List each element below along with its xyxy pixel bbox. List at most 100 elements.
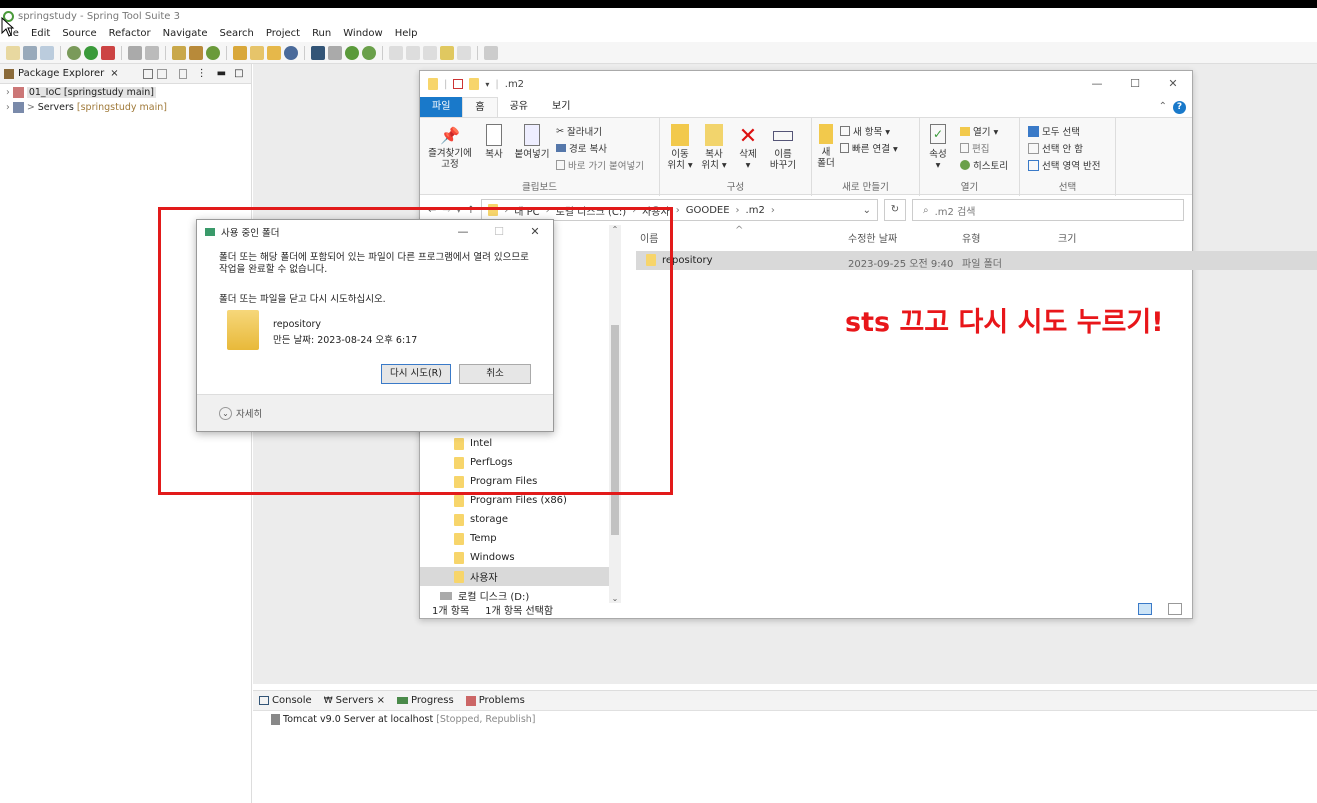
invert-selection-button[interactable]: 선택 영역 반전 (1028, 158, 1100, 172)
nav-item-windows[interactable]: Windows (420, 548, 620, 567)
tree-item-servers[interactable]: › > Servers [springstudy main] (0, 100, 251, 115)
task-icon[interactable] (328, 45, 342, 60)
view-menu-icon[interactable]: ⋮ (197, 68, 207, 79)
move-to-icon (671, 124, 689, 146)
server-row[interactable]: Tomcat v9.0 Server at localhost [Stopped… (253, 712, 1317, 727)
properties-button[interactable]: ✓ 속성 ▾ (924, 124, 952, 171)
menu-refactor[interactable]: Refactor (109, 25, 151, 42)
back-icon[interactable] (440, 45, 454, 60)
copy-path-button[interactable]: 경로 복사 (556, 141, 607, 155)
address-dropdown-icon[interactable]: ⌄ (863, 205, 877, 216)
new-icon[interactable] (6, 45, 20, 60)
nav-item-storage[interactable]: storage (420, 510, 620, 529)
nav-item-temp[interactable]: Temp (420, 529, 620, 548)
terminal-icon[interactable] (311, 45, 325, 60)
minimize-button[interactable]: — (1078, 71, 1116, 97)
save-all-icon[interactable] (40, 45, 54, 60)
last-edit-icon[interactable] (423, 45, 437, 60)
large-icons-view-icon[interactable] (1168, 603, 1182, 615)
quick-access-dropdown-icon[interactable]: ▾ (485, 80, 489, 89)
paste-shortcut-button[interactable]: 바로 가기 붙여넣기 (556, 158, 644, 172)
new-item-button[interactable]: 새 항목 ▾ (840, 124, 890, 138)
collapse-ribbon-icon[interactable]: ⌃ (1155, 97, 1171, 117)
tab-servers[interactable]: ₩ Servers × (324, 695, 385, 706)
expand-arrow-icon[interactable]: › (6, 102, 10, 113)
collapse-all-icon[interactable] (142, 68, 153, 79)
close-icon[interactable]: × (377, 695, 385, 706)
file-row[interactable]: repository 2023-09-25 오전 9:40 파일 폴더 (636, 251, 1317, 270)
menu-help[interactable]: Help (395, 25, 418, 42)
tab-console[interactable]: Console (259, 695, 312, 706)
tree-item-project[interactable]: › 01_IoC [springstudy main] (0, 85, 251, 100)
tab-view[interactable]: 보기 (540, 97, 582, 117)
expand-arrow-icon[interactable]: › (6, 87, 10, 98)
minimize-icon[interactable]: ▬ (217, 68, 226, 79)
edit-button[interactable]: 편집 (960, 141, 989, 155)
tab-share[interactable]: 공유 (498, 97, 540, 117)
rename-button[interactable]: 이름 바꾸기 (766, 124, 800, 171)
cut-button[interactable]: ✂ 잘라내기 (556, 124, 602, 139)
debug-icon[interactable] (67, 45, 81, 60)
new-java-project-icon[interactable] (172, 45, 186, 60)
open-type-icon[interactable] (233, 45, 247, 60)
crumb-goodee[interactable]: GOODEE (686, 205, 730, 216)
select-all-button[interactable]: 모두 선택 (1028, 124, 1080, 138)
tab-home[interactable]: 홈 (462, 97, 498, 117)
close-button[interactable]: ✕ (1154, 71, 1192, 97)
search-icon[interactable] (267, 45, 281, 60)
pin-editor-icon[interactable] (484, 45, 498, 60)
filter-icon[interactable] (178, 68, 187, 79)
menu-project[interactable]: Project (266, 25, 300, 42)
menu-source[interactable]: Source (62, 25, 96, 42)
copy-to-button[interactable]: 복사 위치 ▾ (698, 124, 730, 171)
new-folder-quick-icon[interactable] (469, 78, 480, 90)
new-folder-button[interactable]: 새 폴더 (814, 124, 838, 169)
paste-button[interactable]: 붙여넣기 (512, 124, 552, 160)
package-explorer-tab[interactable]: Package Explorer (18, 68, 104, 79)
crumb-m2[interactable]: .m2 (746, 205, 765, 216)
link-editor-icon[interactable] (156, 68, 167, 79)
nav-item-users[interactable]: 사용자 (420, 567, 620, 586)
menu-navigate[interactable]: Navigate (163, 25, 208, 42)
spring-icon[interactable] (362, 45, 376, 60)
new-class-icon[interactable] (206, 45, 220, 60)
history-button[interactable]: 히스토리 (960, 158, 1008, 172)
open-folder-icon[interactable] (250, 45, 264, 60)
details-view-icon[interactable] (1138, 603, 1152, 615)
run-icon[interactable] (84, 45, 98, 60)
col-size[interactable]: 크기 (1058, 230, 1076, 245)
menu-window[interactable]: Window (343, 25, 382, 42)
select-none-button[interactable]: 선택 안 함 (1028, 141, 1083, 155)
open-button[interactable]: 열기 ▾ (960, 124, 998, 138)
move-to-button[interactable]: 이동 위치 ▾ (664, 124, 696, 171)
globe-icon[interactable] (284, 45, 298, 60)
annotation-next-icon[interactable] (389, 45, 403, 60)
copy-button[interactable]: 복사 (480, 124, 508, 160)
refresh-icon[interactable]: ↻ (884, 199, 906, 221)
col-type[interactable]: 유형 (962, 230, 980, 245)
spring-boot-icon[interactable] (345, 45, 359, 60)
external-tools-icon[interactable] (101, 45, 115, 60)
server-icon[interactable] (128, 45, 142, 60)
tab-file[interactable]: 파일 (420, 97, 463, 117)
col-date[interactable]: 수정한 날짜 (848, 230, 897, 245)
maximize-button[interactable]: ☐ (1116, 71, 1154, 97)
properties-quick-icon[interactable] (453, 79, 464, 89)
help-icon[interactable]: ? (1171, 97, 1192, 117)
menu-edit[interactable]: Edit (31, 25, 50, 42)
save-icon[interactable] (23, 45, 37, 60)
new-package-icon[interactable] (189, 45, 203, 60)
maximize-icon[interactable]: □ (234, 68, 243, 79)
delete-button[interactable]: ✕ 삭제 ▾ (734, 124, 762, 171)
menu-search[interactable]: Search (219, 25, 253, 42)
tab-problems[interactable]: Problems (465, 695, 525, 706)
search-box[interactable]: ⌕ .m2 검색 (912, 199, 1184, 221)
annotation-prev-icon[interactable] (406, 45, 420, 60)
tab-progress[interactable]: Progress (397, 695, 454, 706)
menu-run[interactable]: Run (312, 25, 331, 42)
deploy-icon[interactable] (145, 45, 159, 60)
easy-access-button[interactable]: 빠른 연결 ▾ (840, 141, 898, 155)
forward-icon[interactable] (457, 45, 471, 60)
pin-quick-access-button[interactable]: 📌 즐겨찾기에 고정 (424, 124, 476, 170)
close-icon[interactable]: × (110, 68, 118, 79)
